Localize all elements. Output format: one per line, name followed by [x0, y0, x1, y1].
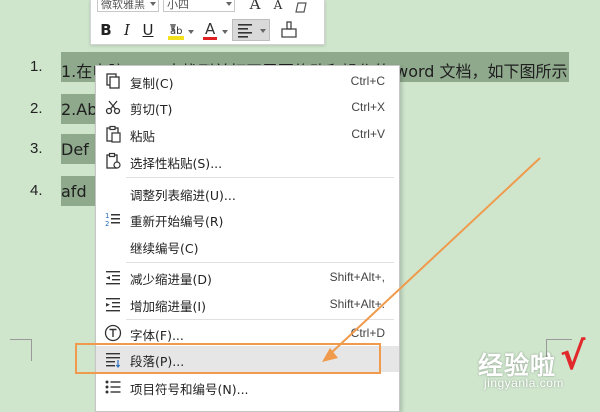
list-number: 3. [30, 140, 43, 157]
underline-button[interactable]: U [141, 20, 155, 40]
font-size-select[interactable]: 小四 [163, 0, 235, 12]
paragraph-icon [104, 350, 122, 368]
page-corner-mark [31, 339, 32, 361]
italic-button[interactable]: I [120, 20, 134, 40]
document-page: 1. 1.在电脑 wps 中找到并打开需要修改和操作的 word 文档，如下图所… [0, 0, 600, 412]
menu-item-shortcut: Ctrl+X [351, 100, 385, 114]
toolbar-row-format: B I U ab A [97, 18, 323, 42]
font-size-value: 小四 [167, 0, 189, 11]
list-text[interactable]: Def [61, 140, 89, 159]
format-painter-icon[interactable] [280, 20, 298, 40]
paste-icon [104, 125, 122, 143]
menu-item-increase-indent[interactable]: 增加缩进量(I) Shift+Alt+. [96, 291, 399, 317]
align-button[interactable] [232, 19, 270, 41]
bullets-numbering-icon [104, 378, 122, 396]
font-name-select[interactable]: 微软雅黑 [97, 0, 159, 12]
page-corner-mark [10, 339, 32, 340]
list-number: 2. [30, 100, 43, 117]
menu-item-label: 继续编号(C) [130, 241, 199, 256]
menu-item-label: 粘贴 [130, 129, 156, 144]
chevron-down-icon [226, 2, 232, 6]
menu-item-label: 调整列表缩进(U)... [130, 188, 236, 203]
floating-format-toolbar: 微软雅黑 小四 A A B I U ab A [90, 0, 325, 45]
menu-item-shortcut: Shift+Alt+. [329, 297, 385, 311]
copy-icon [104, 72, 122, 90]
menu-item-shortcut: Shift+Alt+, [329, 270, 385, 284]
align-left-icon [238, 24, 252, 38]
menu-item-label: 增加缩进量(I) [130, 299, 206, 314]
menu-separator [126, 262, 394, 263]
menu-item-shortcut: Ctrl+D [350, 326, 385, 340]
svg-text:1: 1 [105, 212, 109, 220]
menu-item-decrease-indent[interactable]: 减少缩进量(D) Shift+Alt+, [96, 264, 399, 290]
bold-button[interactable]: B [99, 20, 113, 40]
menu-item-shortcut: Ctrl+V [351, 127, 385, 141]
menu-item-cut[interactable]: 剪切(T) Ctrl+X [96, 94, 399, 120]
restart-numbering-icon: 12 [104, 210, 122, 228]
chevron-down-icon[interactable] [188, 30, 194, 34]
menu-item-label: 选择性粘贴(S)... [130, 156, 223, 171]
menu-item-shortcut: Ctrl+C [350, 74, 385, 88]
watermark-check: √ [560, 334, 586, 378]
list-number: 4. [30, 182, 43, 199]
toolbar-row-font: 微软雅黑 小四 A A [97, 0, 323, 14]
cut-icon [104, 98, 122, 116]
menu-item-adjust-list-indent[interactable]: 调整列表缩进(U)... [96, 180, 399, 206]
eraser-icon[interactable] [294, 0, 308, 13]
chevron-down-icon [150, 2, 156, 6]
menu-item-copy[interactable]: 复制(C) Ctrl+C [96, 68, 399, 94]
menu-separator [126, 177, 394, 178]
menu-item-paste[interactable]: 粘贴 Ctrl+V [96, 121, 399, 147]
menu-item-bullets-numbering[interactable]: 项目符号和编号(N)... [96, 374, 399, 400]
svg-text:ab: ab [170, 26, 182, 37]
svg-text:2: 2 [105, 220, 109, 228]
menu-item-label: 剪切(T) [130, 102, 173, 117]
menu-item-font[interactable]: 字体(F)... Ctrl+D [96, 320, 399, 346]
grow-font-button[interactable]: A [247, 0, 263, 13]
font-name-value: 微软雅黑 [101, 0, 145, 11]
list-text[interactable]: 2.Ab [61, 100, 97, 119]
font-icon [104, 324, 122, 342]
context-menu: 复制(C) Ctrl+C 剪切(T) Ctrl+X 粘贴 Ctrl+V 选择性粘… [95, 65, 400, 412]
chevron-down-icon [260, 29, 266, 33]
highlight-icon[interactable]: ab [166, 21, 186, 41]
chevron-down-icon[interactable] [222, 30, 228, 34]
paste-special-icon [104, 152, 122, 170]
list-number: 1. [30, 58, 43, 75]
menu-item-label: 减少缩进量(D) [130, 272, 212, 287]
menu-item-continue-numbering[interactable]: 继续编号(C) [96, 233, 399, 259]
menu-item-label: 项目符号和编号(N)... [130, 382, 249, 397]
watermark-url: jingyanla.com [484, 376, 564, 390]
shrink-font-button[interactable]: A [271, 0, 285, 14]
menu-item-label: 复制(C) [130, 76, 174, 91]
increase-indent-icon [104, 295, 122, 313]
menu-item-paste-special[interactable]: 选择性粘贴(S)... [96, 148, 399, 174]
menu-item-restart-numbering[interactable]: 12 重新开始编号(R) [96, 206, 399, 232]
menu-item-label: 段落(P)... [130, 354, 185, 369]
menu-item-label: 重新开始编号(R) [130, 214, 224, 229]
font-color-button[interactable]: A [202, 20, 218, 40]
decrease-indent-icon [104, 268, 122, 286]
list-text[interactable]: afd [61, 182, 87, 201]
menu-item-paragraph[interactable]: 段落(P)... [96, 346, 399, 372]
font-color-bar [203, 37, 217, 40]
font-color-letter: A [205, 20, 216, 38]
menu-item-label: 字体(F)... [130, 328, 184, 343]
